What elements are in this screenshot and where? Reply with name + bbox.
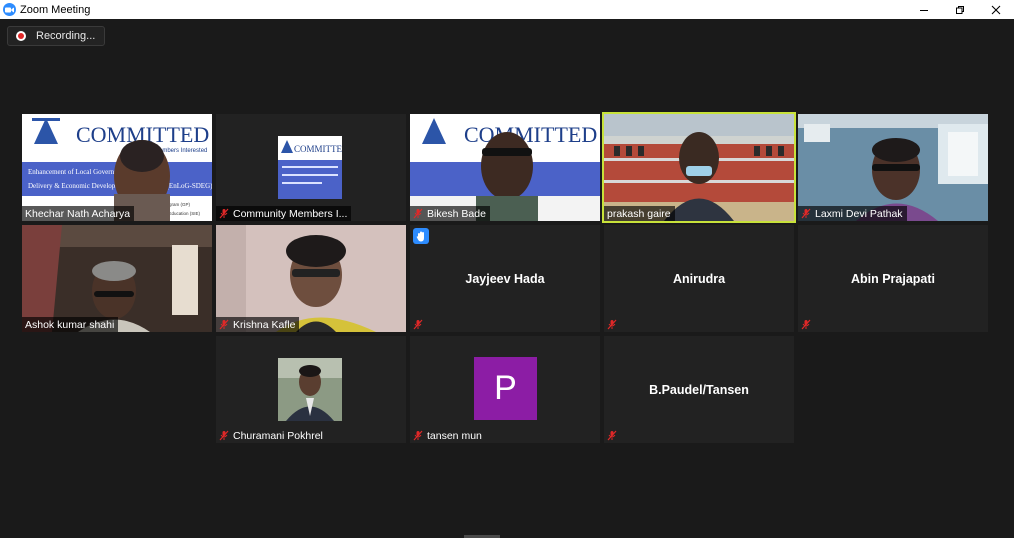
profile-picture: COMMITTED [278, 136, 342, 199]
restore-button[interactable] [942, 0, 978, 19]
profile-picture [278, 358, 342, 421]
video-tile-laxmi[interactable]: Laxmi Devi Pathak [798, 114, 988, 221]
name-label: Ashok kumar shahi [22, 317, 119, 332]
title-bar: Zoom Meeting [0, 0, 1014, 19]
muted-mic-icon [607, 319, 617, 330]
indoor-video-feed [216, 225, 406, 332]
name-label: Bikesh Bade [410, 206, 490, 221]
participant-name: Laxmi Devi Pathak [815, 207, 903, 220]
slide-video-feed: COMMITTED [410, 114, 600, 221]
muted-mic-icon [413, 208, 423, 219]
window-controls [906, 0, 1014, 19]
participant-name-center: B.Paudel/Tansen [649, 382, 749, 397]
muted-mic-icon [219, 319, 229, 330]
name-label: Khechar Nath Acharya [22, 206, 135, 221]
name-label: Churamani Pokhrel [216, 428, 327, 443]
video-tile-khechar[interactable]: COMMITTED Community Members Interested E… [22, 114, 212, 221]
outdoor-video-feed [604, 114, 794, 221]
participant-name: Churamani Pokhrel [233, 429, 323, 442]
svg-text:COMMITTED: COMMITTED [294, 144, 342, 154]
close-button[interactable] [978, 0, 1014, 19]
indoor-video-feed [22, 225, 212, 332]
avatar: P [474, 357, 537, 420]
video-tile-jayjeev[interactable]: Jayjeev Hada [410, 225, 600, 332]
name-label: tansen mun [410, 428, 486, 443]
muted-mic-icon [801, 319, 811, 330]
video-tile-bikesh[interactable]: COMMITTED Bikesh Bade [410, 114, 600, 221]
video-tile-ashok[interactable]: Ashok kumar shahi [22, 225, 212, 332]
participant-name: Community Members I... [233, 207, 348, 220]
video-tile-tansen-mun[interactable]: P tansen mun [410, 336, 600, 443]
svg-text:COMMITTED: COMMITTED [464, 122, 597, 147]
name-label [604, 428, 625, 443]
participant-name-center: Anirudra [672, 271, 726, 286]
indoor-video-feed [798, 114, 988, 221]
muted-mic-icon [413, 430, 423, 441]
name-label [604, 317, 625, 332]
participant-name: Bikesh Bade [427, 207, 486, 220]
video-tile-community[interactable]: COMMITTED Community Members I... [216, 114, 406, 221]
video-tile-prakash[interactable]: prakash gaire [602, 112, 796, 223]
name-label: Krishna Kafle [216, 317, 300, 332]
participant-name: Khechar Nath Acharya [25, 207, 131, 220]
participant-name: Krishna Kafle [233, 318, 296, 331]
participant-name: tansen mun [427, 429, 482, 442]
video-tile-abin[interactable]: Abin Prajapati [798, 225, 988, 332]
muted-mic-icon [413, 319, 423, 330]
name-label [410, 317, 431, 332]
name-label: Community Members I... [216, 206, 352, 221]
name-label [798, 317, 819, 332]
record-icon [16, 31, 26, 41]
muted-mic-icon [607, 430, 617, 441]
participant-name: prakash gaire [607, 207, 671, 220]
muted-mic-icon [219, 430, 229, 441]
video-tile-anirudra[interactable]: Anirudra [604, 225, 794, 332]
video-tile-bpaudel[interactable]: B.Paudel/Tansen [604, 336, 794, 443]
recording-label: Recording... [36, 30, 96, 42]
name-label: prakash gaire [604, 206, 675, 221]
video-tile-churamani[interactable]: Churamani Pokhrel [216, 336, 406, 443]
muted-mic-icon [801, 208, 811, 219]
video-tile-krishna[interactable]: Krishna Kafle [216, 225, 406, 332]
participant-name-center: Abin Prajapati [850, 271, 936, 286]
participant-name-center: Jayjeev Hada [465, 271, 545, 286]
participant-name: Ashok kumar shahi [25, 318, 115, 331]
zoom-logo-icon [3, 3, 16, 16]
muted-mic-icon [219, 208, 229, 219]
window-title: Zoom Meeting [20, 3, 91, 16]
minimize-button[interactable] [906, 0, 942, 19]
name-label: Laxmi Devi Pathak [798, 206, 907, 221]
meeting-stage: Recording... COMMITTED Community Members… [0, 19, 1014, 538]
slide-video-feed: COMMITTED Community Members Interested E… [22, 114, 212, 221]
recording-indicator[interactable]: Recording... [7, 26, 105, 46]
